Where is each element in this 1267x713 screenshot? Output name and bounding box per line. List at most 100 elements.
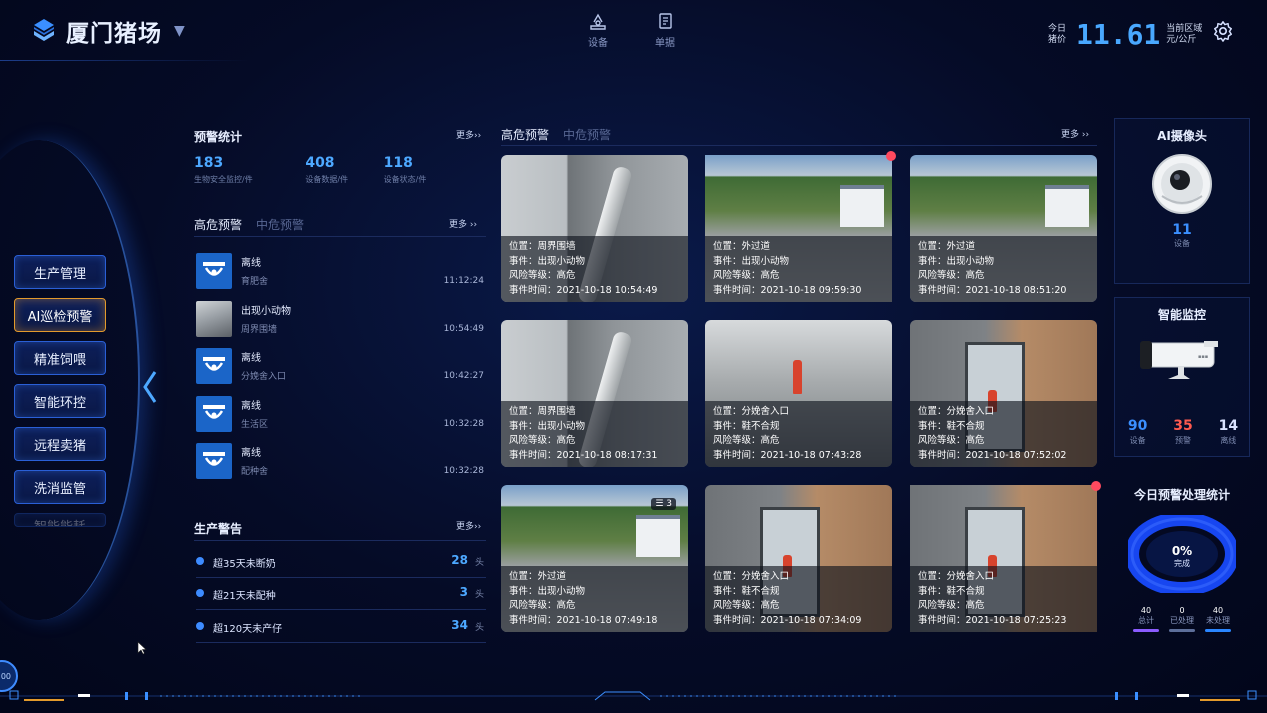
alert-card[interactable]: 位置：外过道 事件：出现小动物 风险等级：高危 事件时间：2021-10-18 09:… — [705, 151, 896, 302]
field-label: 位置： — [509, 406, 538, 417]
pig-price: 今日猪价 11.61 当前区域元/公斤 — [1048, 18, 1214, 51]
nav-document[interactable]: 单据 — [655, 12, 675, 49]
alert-card[interactable]: 位置：分娩舍入口 事件：鞋不合规 风险等级：高危 事件时间：2021-10-18 07… — [705, 320, 892, 467]
stat-label: 未处理 — [1206, 616, 1230, 625]
nav-device[interactable]: 设备 — [588, 12, 608, 49]
stack-count: 3 — [666, 499, 672, 509]
smart-monitor-title: 智能监控 — [1157, 308, 1206, 322]
chevron-down-icon[interactable]: ▼ — [174, 23, 185, 39]
alert-time: 10:32:28 — [443, 466, 484, 476]
alert-title: 离线 — [241, 448, 261, 459]
field-value: 外过道 — [741, 241, 771, 252]
unread-dot — [1091, 481, 1101, 491]
card-risk: 风险等级：高危 — [918, 434, 1089, 449]
field-label: 位置： — [713, 406, 742, 417]
alert-title: 离线 — [241, 258, 261, 269]
field-label: 事件： — [509, 255, 538, 267]
alert-card[interactable]: 位置：分娩舍入口 事件：鞋不合规 风险等级：高危 事件时间：2021-10-18 07… — [705, 485, 892, 632]
card-risk: 风险等级：高危 — [509, 599, 680, 614]
warning-count: 28 — [451, 553, 468, 567]
stat-warnings: 35 预警 — [1173, 418, 1192, 446]
alert-card[interactable]: 位置：外过道 事件：出现小动物 风险等级：高危 事件时间：2021-10-18 08:… — [910, 155, 1097, 302]
sidebar-item-5[interactable]: 洗消监管 — [14, 470, 106, 504]
corner-badge-text: 00 — [0, 671, 11, 681]
tab-high-risk[interactable]: 高危预警 — [501, 126, 549, 143]
card-location: 位置：外过道 — [918, 240, 1089, 255]
field-value: 分娩舍入口 — [741, 571, 790, 582]
nav-document-label: 单据 — [655, 38, 675, 49]
card-risk: 风险等级：高危 — [509, 434, 680, 449]
nav-device-label: 设备 — [588, 38, 608, 49]
field-value: 2021-10-18 07:49:18 — [556, 614, 658, 626]
stat-value: 118 — [383, 155, 413, 171]
card-risk: 风险等级：高危 — [713, 434, 884, 449]
alert-item[interactable]: 出现小动物 周界围墙 10:54:49 — [196, 298, 486, 346]
pig-icon — [196, 589, 204, 597]
alert-card[interactable]: 位置：分娩舍入口 事件：鞋不合规 风险等级：高危 事件时间：2021-10-18 07… — [910, 320, 1097, 467]
ai-camera-title: AI摄像头 — [1157, 129, 1207, 143]
field-value: 周界围墙 — [537, 241, 576, 252]
card-event: 事件：鞋不合规 — [713, 420, 884, 435]
production-warning-row[interactable]: 超21天未配种 3 头 — [196, 578, 486, 610]
stat-label: 离线 — [1220, 436, 1237, 445]
warning-stats: 183 生物安全监控/件 408 设备数据/件 118 设备状态/件 — [194, 155, 486, 185]
center-more-link[interactable]: 更多 ›› — [1061, 127, 1089, 140]
collapse-arrow-icon[interactable] — [141, 370, 159, 404]
field-value: 分娩舍入口 — [946, 406, 995, 417]
field-label: 风险等级： — [509, 270, 557, 281]
alert-location: 育肥舍 — [241, 277, 269, 287]
card-risk: 风险等级：高危 — [509, 269, 680, 284]
field-label: 位置： — [918, 406, 947, 417]
card-event: 事件：出现小动物 — [509, 255, 680, 270]
gear-icon[interactable] — [1212, 20, 1234, 42]
field-label: 事件时间： — [713, 284, 761, 296]
sidebar: 生产管理 AI巡检预警精准饲喂智能环控远程卖猪洗消监管智能能耗 — [14, 255, 106, 527]
field-value: 2021-10-18 07:25:23 — [965, 614, 1067, 626]
warning-stats-more-link[interactable]: 更多›› — [456, 128, 481, 141]
card-time: 事件时间：2021-10-18 07:49:18 — [509, 614, 680, 629]
field-label: 位置： — [918, 571, 947, 582]
price-value: 11.61 — [1076, 18, 1161, 51]
production-more-link[interactable]: 更多›› — [456, 519, 481, 532]
alert-card[interactable]: 位置：分娩舍入口 事件：鞋不合规 风险等级：高危 事件时间：2021-10-18 07… — [910, 481, 1101, 632]
stat-devices: 90 设备 — [1128, 418, 1147, 446]
alert-thumbnail — [196, 300, 232, 337]
stat-bar — [1133, 629, 1159, 632]
sidebar-item-2[interactable]: 精准饲喂 — [14, 341, 106, 375]
field-value: 高危 — [760, 270, 780, 281]
building-shape — [636, 515, 680, 557]
production-warning-row[interactable]: 超35天未断奶 28 头 — [196, 546, 486, 578]
camera-offline-icon — [196, 348, 232, 384]
stat-label: 设备 — [1129, 436, 1146, 445]
sidebar-item-3[interactable]: 智能环控 — [14, 384, 106, 418]
alert-item[interactable]: 离线 分娩舍入口 10:42:27 — [196, 345, 486, 393]
tab-high-risk[interactable]: 高危预警 — [194, 216, 242, 233]
card-location: 位置：分娩舍入口 — [713, 405, 884, 420]
sidebar-item-6[interactable]: 智能能耗 — [14, 513, 106, 527]
field-value: 高危 — [556, 435, 576, 446]
bottom-decoration — [0, 690, 1267, 701]
alert-item[interactable]: 离线 生活区 10:32:28 — [196, 393, 486, 441]
brand[interactable]: 厦门猪场 ▼ — [30, 14, 185, 48]
building-shape — [1045, 185, 1089, 227]
card-event: 事件：出现小动物 — [509, 420, 680, 435]
alert-card[interactable]: 位置：周界围墙 事件：出现小动物 风险等级：高危 事件时间：2021-10-18 10… — [501, 155, 688, 302]
ring-center: 0% 完成 — [1128, 544, 1236, 569]
alert-title: 离线 — [241, 353, 261, 364]
production-warning-row[interactable]: 超120天未产仔 34 头 — [196, 611, 486, 643]
sidebar-item-4[interactable]: 远程卖猪 — [14, 427, 106, 461]
card-info: 位置：周界围墙 事件：出现小动物 风险等级：高危 事件时间：2021-10-18 10… — [501, 236, 688, 302]
field-label: 位置： — [509, 571, 538, 582]
sidebar-item-0[interactable]: 生产管理 — [14, 255, 106, 289]
alert-card[interactable]: 位置：周界围墙 事件：出现小动物 风险等级：高危 事件时间：2021-10-18 08… — [501, 320, 688, 467]
ai-camera-panel: AI摄像头 11 设备 — [1114, 118, 1250, 284]
tab-medium-risk[interactable]: 中危预警 — [563, 126, 611, 143]
alert-list-more-link[interactable]: 更多 ›› — [449, 217, 477, 230]
alert-card[interactable]: 位置：外过道 事件：出现小动物 风险等级：高危 事件时间：2021-10-18 07:… — [501, 485, 688, 632]
alert-item[interactable]: 离线 育肥舍 11:12:24 — [196, 250, 486, 298]
tab-medium-risk[interactable]: 中危预警 — [256, 216, 304, 233]
field-label: 事件时间： — [509, 449, 557, 461]
sidebar-item-1[interactable]: AI巡检预警 — [14, 298, 106, 332]
card-info: 位置：外过道 事件：出现小动物 风险等级：高危 事件时间：2021-10-18 09:… — [705, 236, 892, 302]
alert-item[interactable]: 离线 配种舍 10:32:28 — [196, 440, 486, 488]
